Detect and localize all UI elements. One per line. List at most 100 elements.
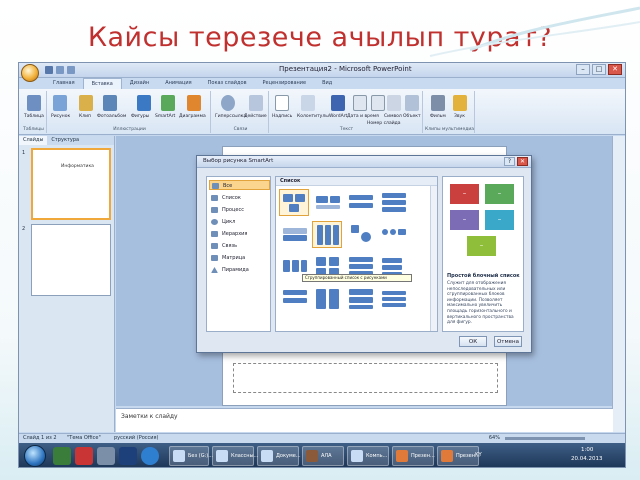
- category-item-relationship[interactable]: Связь: [209, 241, 270, 251]
- movie-button[interactable]: Фильм: [430, 114, 446, 119]
- tab-slides[interactable]: Слайды: [19, 136, 48, 145]
- smartart-icon[interactable]: [161, 95, 175, 111]
- category-item-process[interactable]: Процесс: [209, 205, 270, 215]
- minimize-button[interactable]: –: [576, 64, 590, 75]
- category-item-list[interactable]: Список: [209, 193, 270, 203]
- layout-item[interactable]: [345, 221, 375, 248]
- textbox-icon[interactable]: [275, 95, 289, 111]
- ok-button[interactable]: ОК: [459, 336, 487, 347]
- tab-animation[interactable]: Анимация: [157, 78, 199, 89]
- datetime-button[interactable]: Дата и время: [347, 114, 379, 119]
- slide-number-icon[interactable]: [371, 95, 385, 111]
- header-footer-button[interactable]: Колонтитулы: [297, 114, 329, 119]
- layout-item[interactable]: [345, 285, 375, 312]
- undo-icon[interactable]: [56, 66, 64, 74]
- layout-item[interactable]: [345, 189, 375, 216]
- tab-insert[interactable]: Вставка: [82, 78, 122, 89]
- help-button[interactable]: ?: [504, 157, 515, 166]
- gallery-scrollbar[interactable]: [430, 186, 437, 331]
- save-icon[interactable]: [45, 66, 53, 74]
- layout-item[interactable]: [378, 189, 408, 216]
- table-button[interactable]: Таблица: [24, 114, 44, 119]
- slide-thumbnail-2[interactable]: [31, 224, 111, 296]
- layout-item[interactable]: [378, 285, 408, 312]
- textbox-button[interactable]: Надпись: [272, 114, 292, 119]
- tab-review[interactable]: Рецензирование: [255, 78, 315, 89]
- shapes-button[interactable]: Фигуры: [131, 114, 149, 119]
- tab-view[interactable]: Вид: [314, 78, 340, 89]
- wordart-icon[interactable]: [331, 95, 345, 111]
- shapes-icon[interactable]: [137, 95, 151, 111]
- speaker-icon[interactable]: [97, 447, 115, 465]
- sound-icon[interactable]: [453, 95, 467, 111]
- layout-item[interactable]: [378, 221, 408, 248]
- layout-item[interactable]: [312, 189, 342, 216]
- action-icon[interactable]: [249, 95, 263, 111]
- category-item-pyramid[interactable]: Пирамида: [209, 265, 270, 275]
- movie-icon[interactable]: [431, 95, 445, 111]
- yandex-icon[interactable]: [75, 447, 93, 465]
- slide-thumbnail-1[interactable]: Информатика: [31, 148, 111, 220]
- sound-button[interactable]: Звук: [454, 114, 465, 119]
- taskbar-item[interactable]: Классны...: [212, 446, 258, 466]
- ribbon: Таблица Таблицы Рисунок Клип Фотоальбом …: [19, 89, 625, 135]
- taskbar-item[interactable]: АЛА: [302, 446, 344, 466]
- vertical-scrollbar[interactable]: [612, 136, 625, 432]
- clipart-icon[interactable]: [79, 95, 93, 111]
- tab-design[interactable]: Дизайн: [122, 78, 157, 89]
- action-button[interactable]: Действие: [244, 114, 267, 119]
- layout-item[interactable]: [279, 285, 309, 312]
- start-orb-icon[interactable]: [24, 445, 46, 467]
- picture-button[interactable]: Рисунок: [51, 114, 70, 119]
- header-footer-icon[interactable]: [301, 95, 315, 111]
- datetime-icon[interactable]: [353, 95, 367, 111]
- layout-item[interactable]: [312, 221, 342, 248]
- maximize-button[interactable]: □: [592, 64, 606, 75]
- cancel-button[interactable]: Отмена: [494, 336, 522, 347]
- taskbar-item[interactable]: Докуме...: [257, 446, 301, 466]
- layout-item[interactable]: [279, 189, 309, 216]
- category-item-matrix[interactable]: Матрица: [209, 253, 270, 263]
- object-icon[interactable]: [405, 95, 419, 111]
- language-indicator[interactable]: KY: [475, 452, 482, 458]
- hyperlink-button[interactable]: Гиперссылка: [215, 114, 246, 119]
- chart-button[interactable]: Диаграмма: [179, 114, 206, 119]
- tab-outline[interactable]: Структура: [47, 136, 83, 145]
- slide-number-button[interactable]: Номер слайда: [367, 121, 401, 126]
- wordart-button[interactable]: WordArt: [329, 114, 347, 119]
- category-item-hierarchy[interactable]: Иерархия: [209, 229, 270, 239]
- office-button-icon[interactable]: [21, 64, 39, 82]
- clipart-button[interactable]: Клип: [79, 114, 91, 119]
- media-player-icon[interactable]: [53, 447, 71, 465]
- clock-date[interactable]: 20.04.2013: [571, 456, 603, 462]
- picture-icon[interactable]: [53, 95, 67, 111]
- zoom-slider[interactable]: [505, 437, 585, 440]
- taskbar-item[interactable]: Компь...: [347, 446, 389, 466]
- category-item-all[interactable]: Все: [209, 180, 270, 190]
- placeholder-box[interactable]: [233, 363, 498, 393]
- photoshop-icon[interactable]: [119, 447, 137, 465]
- hyperlink-icon[interactable]: [221, 95, 235, 111]
- object-button[interactable]: Объект: [403, 114, 421, 119]
- dialog-close-icon[interactable]: ✕: [517, 157, 528, 166]
- symbol-button[interactable]: Символ: [384, 114, 402, 119]
- chart-icon[interactable]: [187, 95, 201, 111]
- tab-home[interactable]: Главная: [45, 78, 83, 89]
- redo-icon[interactable]: [67, 66, 75, 74]
- layout-item[interactable]: [312, 285, 342, 312]
- group-label-illustrations: Иллюстрации: [113, 127, 146, 132]
- symbol-icon[interactable]: [387, 95, 401, 111]
- layout-item[interactable]: [279, 221, 309, 248]
- photo-album-button[interactable]: Фотоальбом: [97, 114, 126, 119]
- smartart-button[interactable]: SmartArt: [155, 114, 175, 119]
- close-button[interactable]: ✕: [608, 64, 622, 75]
- notes-pane[interactable]: Заметки к слайду: [116, 408, 613, 432]
- table-icon[interactable]: [27, 95, 41, 111]
- photo-album-icon[interactable]: [103, 95, 117, 111]
- category-item-cycle[interactable]: Цикл: [209, 217, 270, 227]
- taskbar-item[interactable]: Презен...: [392, 446, 435, 466]
- clock-time[interactable]: 1:00: [581, 447, 593, 453]
- internet-explorer-icon[interactable]: [141, 447, 159, 465]
- tab-slideshow[interactable]: Показ слайдов: [200, 78, 255, 89]
- taskbar-item[interactable]: Без (G:)...: [169, 446, 213, 466]
